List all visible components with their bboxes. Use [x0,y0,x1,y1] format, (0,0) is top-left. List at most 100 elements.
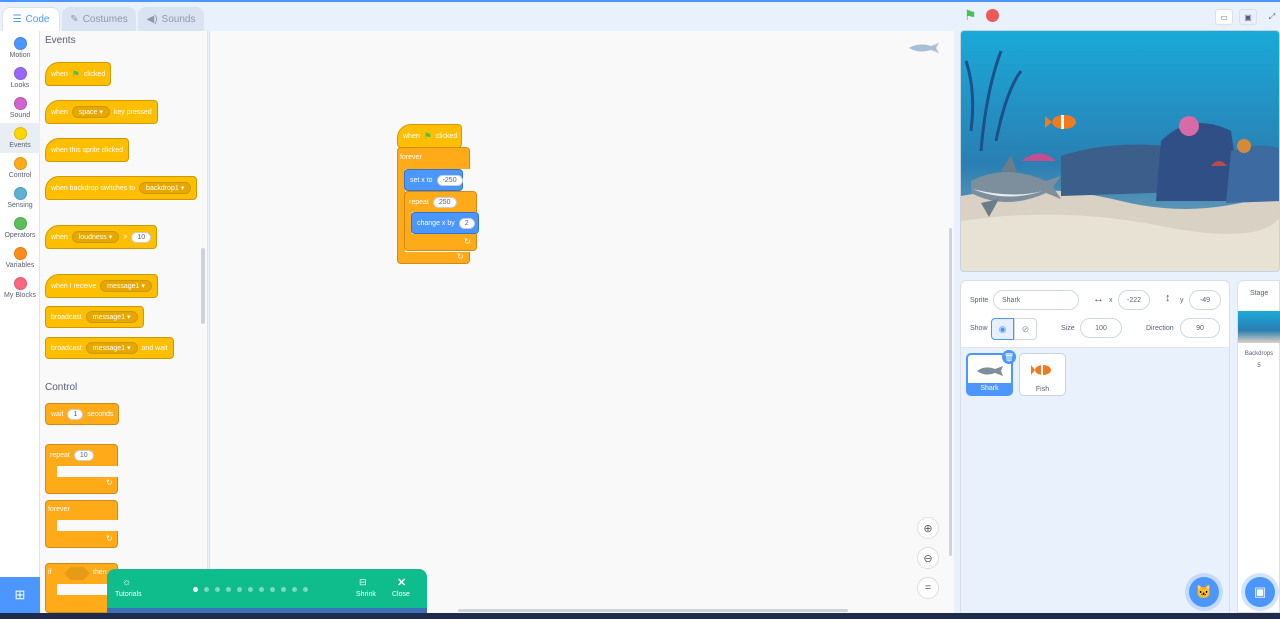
tab-sounds-label: Sounds [161,14,196,25]
loop-arrow-icon: ↻ [464,237,471,246]
stage-canvas[interactable] [960,30,1280,272]
backdrop-dropdown[interactable]: backdrop1 ▾ [139,182,192,194]
category-events[interactable]: Events [0,123,40,153]
category-label: My Blocks [4,292,36,299]
category-dot [13,217,27,230]
stop-button[interactable] [986,9,999,22]
block-when-loudness[interactable]: when loudness ▾ > 10 [45,225,158,249]
large-stage-button[interactable]: ▣ [1239,9,1257,25]
workspace-horizontal-scrollbar[interactable] [458,609,848,612]
step-dot[interactable] [237,587,242,592]
category-operators[interactable]: Operators [0,213,40,243]
category-variables[interactable]: Variables [0,243,40,273]
sprite-label: Sprite [970,297,989,304]
step-dot[interactable] [204,587,209,592]
category-sound[interactable]: Sound [0,93,40,123]
field-value: -222 [1126,296,1141,304]
category-dot [13,67,27,80]
category-dot [13,157,27,170]
small-stage-button[interactable]: ▭ [1215,9,1233,25]
sprite-tile-shark[interactable]: Shark 🗑 [966,350,1016,396]
c-block-mouth [57,466,118,477]
message-dropdown[interactable]: message1 ▾ [85,342,138,354]
shrink-icon: ⊟ [359,577,367,587]
block-text: wait [51,410,64,418]
show-hidden-button[interactable]: ⊘ [1014,318,1037,340]
block-broadcast-and-wait[interactable]: broadcast message1 ▾ and wait [45,337,174,359]
sprite-tile-fish[interactable]: Fish [1019,353,1066,396]
block-when-i-receive[interactable]: when I receive message1 ▾ [45,274,158,298]
category-control[interactable]: Control [0,153,40,183]
zoom-in-button[interactable]: ⊕ [917,517,939,539]
category-label: Variables [5,262,35,269]
block-when-key-pressed[interactable]: when space ▾ key pressed [45,100,158,124]
tab-sounds[interactable]: ◀) Sounds [138,7,204,31]
sensor-dropdown[interactable]: loudness ▾ [71,231,120,243]
direction-input[interactable]: 90 [1180,318,1220,338]
step-dot[interactable] [259,587,264,592]
green-flag-button[interactable]: ⚑ [964,7,977,24]
step-dot[interactable] [292,587,297,592]
step-dot[interactable] [270,587,275,592]
block-when-flag-clicked[interactable]: when ⚑ clicked [45,62,112,86]
value-input[interactable]: 10 [73,449,94,461]
add-extension-button[interactable]: ⊞ [0,577,40,613]
tutorials-label[interactable]: Tutorials [115,591,142,598]
block-text: when I receive [51,282,97,290]
workspace-vertical-scrollbar[interactable] [949,228,952,556]
script-workspace[interactable] [209,31,954,613]
value-input[interactable]: 250 [432,196,457,208]
speaker-icon: ◀) [146,14,158,25]
events-section-title: Events [45,35,76,46]
stage-selector[interactable]: Stage Backdrops 5 [1237,280,1280,613]
step-dot[interactable] [248,587,253,592]
category-motion[interactable]: Motion [0,33,40,63]
tab-costumes[interactable]: ✎ Costumes [62,7,136,31]
show-visible-button[interactable]: ◉ [991,318,1014,340]
step-dot[interactable] [303,587,308,592]
block-when-sprite-clicked[interactable]: when this sprite clicked [45,138,129,162]
sprite-name: Shark [968,383,1011,394]
category-sensing[interactable]: Sensing [0,183,40,213]
script-change-x[interactable]: change x by 2 [411,212,479,234]
value-input[interactable]: 10 [131,231,152,243]
zoom-reset-button[interactable]: = [917,577,939,599]
delete-sprite-button[interactable]: 🗑 [1002,350,1016,364]
close-button[interactable]: Close [392,591,410,598]
value-input[interactable]: -250 [436,174,463,186]
block-when-backdrop-switches[interactable]: when backdrop switches to backdrop1 ▾ [45,176,198,200]
category-my-blocks[interactable]: My Blocks [0,273,40,303]
y-position-input[interactable]: -49 [1189,290,1221,310]
script-when-flag-clicked[interactable]: when ⚑ clicked [397,124,462,148]
sprite-name-input[interactable]: Shark [993,290,1079,310]
block-text: when backdrop switches to [51,184,136,192]
message-dropdown[interactable]: message1 ▾ [85,311,138,323]
step-dot[interactable] [281,587,286,592]
choose-sprite-button[interactable]: 🐱 [1189,577,1219,607]
choose-backdrop-button[interactable]: ▣ [1245,577,1275,607]
script-set-x[interactable]: set x to -250 [404,169,463,191]
direction-label: Direction [1146,325,1174,332]
zoom-out-button[interactable]: ⊖ [917,547,939,569]
category-looks[interactable]: Looks [0,63,40,93]
key-dropdown[interactable]: space ▾ [71,106,110,118]
palette-scrollbar[interactable] [201,248,205,324]
fullscreen-icon: ⤢ [1268,12,1276,21]
block-wait-seconds[interactable]: wait 1 seconds [45,403,120,425]
tab-code[interactable]: ☰ Code [2,7,60,31]
trash-icon: 🗑 [1003,352,1015,362]
step-dot[interactable] [226,587,231,592]
block-text: key pressed [113,108,152,116]
sprite-watermark-shark [907,42,941,56]
x-position-input[interactable]: -222 [1118,290,1150,310]
block-broadcast[interactable]: broadcast message1 ▾ [45,306,144,328]
value-input[interactable]: 2 [458,217,475,229]
shrink-button[interactable]: Shrink [356,591,376,598]
step-dot[interactable] [215,587,220,592]
step-dot[interactable] [193,587,198,592]
size-input[interactable]: 100 [1080,318,1122,338]
control-section-title: Control [45,382,78,393]
message-dropdown[interactable]: message1 ▾ [100,280,152,292]
fullscreen-button[interactable]: ⤢ [1263,9,1280,25]
value-input[interactable]: 1 [67,408,84,420]
